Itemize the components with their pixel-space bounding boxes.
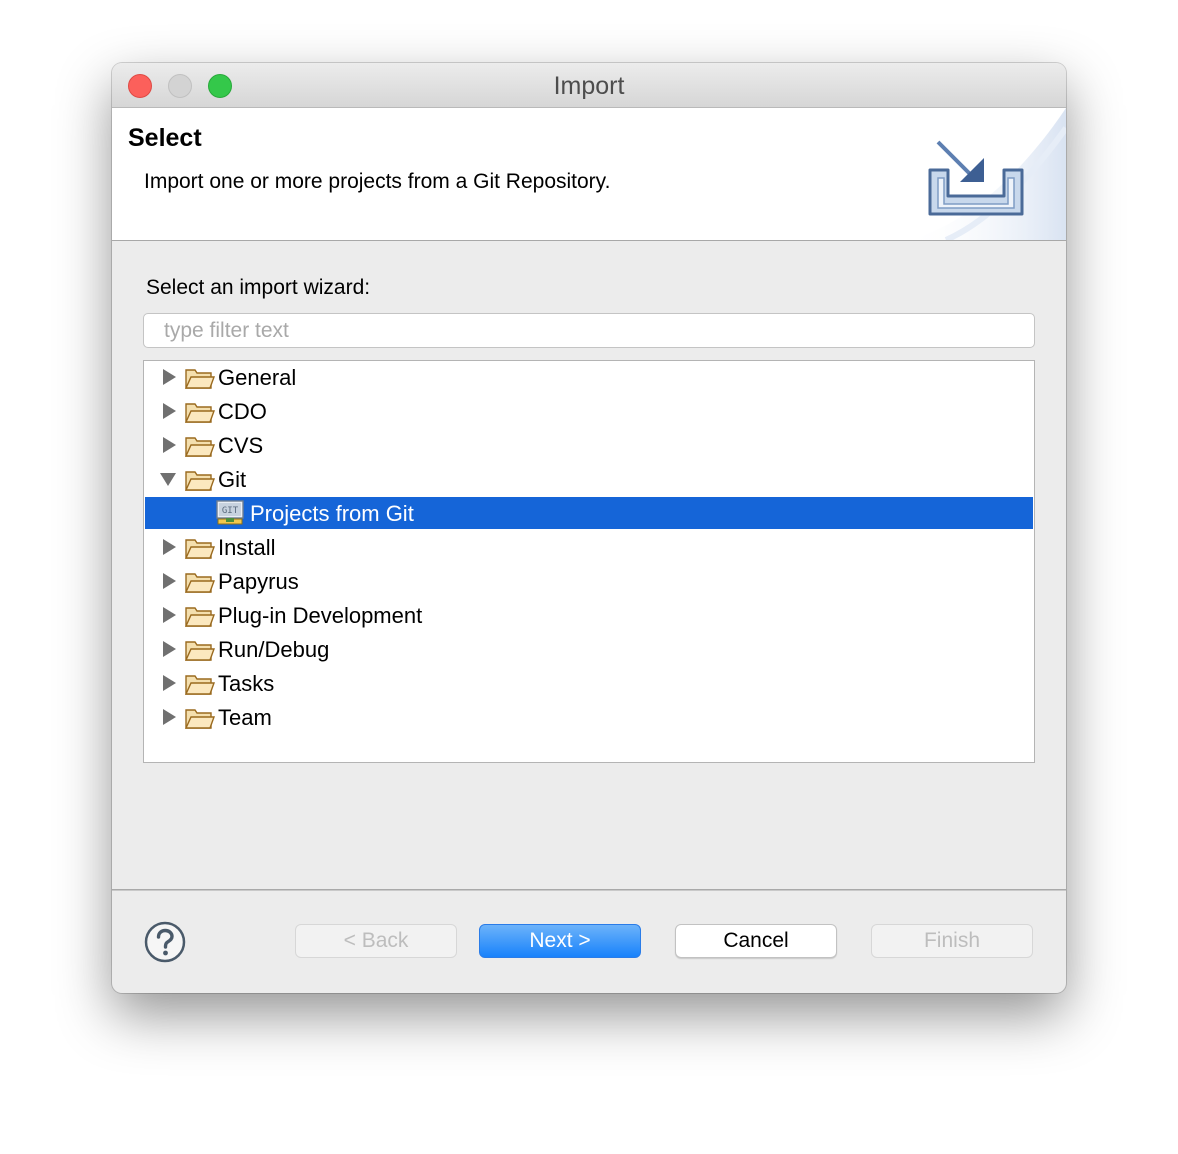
expand-arrow-icon[interactable] — [161, 641, 177, 657]
expand-arrow-icon[interactable] — [161, 369, 177, 385]
folder-icon — [185, 573, 215, 593]
back-button: < Back — [295, 924, 457, 958]
tree-item-label: Git — [218, 467, 247, 492]
tree-item-plug-in-development[interactable]: Plug-in Development — [145, 599, 1033, 631]
cancel-button[interactable]: Cancel — [675, 924, 837, 958]
tree-item-team[interactable]: Team — [145, 701, 1033, 733]
tree-item-label: Run/Debug — [218, 637, 330, 662]
tree-item-label: Plug-in Development — [218, 603, 423, 628]
wizard-banner: Select Import one or more projects from … — [112, 108, 1066, 241]
tree-item-label: Papyrus — [218, 569, 299, 594]
window-title: Import — [553, 72, 625, 100]
expand-arrow-icon[interactable] — [161, 709, 177, 725]
tree-item-projects-from-git[interactable]: GIT Projects from Git — [145, 497, 1033, 529]
expand-arrow-icon[interactable] — [161, 539, 177, 555]
tree-item-label: CDO — [218, 399, 267, 424]
expand-arrow-icon[interactable] — [161, 675, 177, 691]
tree-item-papyrus[interactable]: Papyrus — [145, 565, 1033, 597]
import-icon — [928, 140, 1024, 216]
tree-item-label: Projects from Git — [250, 501, 414, 526]
tree-item-install[interactable]: Install — [145, 531, 1033, 563]
tree-item-cvs[interactable]: CVS — [145, 429, 1033, 461]
folder-open-icon — [185, 471, 215, 491]
title-bar[interactable]: Import — [112, 63, 1066, 108]
collapse-arrow-icon[interactable] — [160, 471, 176, 487]
folder-icon — [185, 607, 215, 627]
button-bar-separator — [112, 889, 1066, 891]
tree-item-label: General — [218, 365, 297, 390]
tree-item-label: Tasks — [218, 671, 275, 696]
expand-arrow-icon[interactable] — [161, 403, 177, 419]
tree-item-tasks[interactable]: Tasks — [145, 667, 1033, 699]
expand-arrow-icon[interactable] — [161, 573, 177, 589]
folder-icon — [185, 369, 215, 389]
tree-item-git[interactable]: Git — [145, 463, 1033, 495]
tree-item-general[interactable]: General — [145, 361, 1033, 393]
finish-button: Finish — [871, 924, 1033, 958]
svg-text:GIT: GIT — [222, 506, 239, 516]
folder-icon — [185, 641, 215, 661]
expand-arrow-icon[interactable] — [161, 437, 177, 453]
tree-item-label: CVS — [218, 433, 264, 458]
tree-item-cdo[interactable]: CDO — [145, 395, 1033, 427]
page-description: Import one or more projects from a Git R… — [144, 170, 611, 193]
help-icon[interactable] — [144, 921, 186, 963]
tree-item-label: Install — [218, 535, 276, 560]
tree-item-label: Team — [218, 705, 272, 730]
wizard-tree[interactable]: General CDO CVS Git GIT Projects from Gi… — [143, 360, 1035, 763]
next-button[interactable]: Next > — [479, 924, 641, 958]
folder-icon — [185, 675, 215, 695]
folder-icon — [185, 403, 215, 423]
tree-item-run-debug[interactable]: Run/Debug — [145, 633, 1033, 665]
import-wizard-label: Select an import wizard: — [146, 276, 371, 299]
folder-icon — [185, 539, 215, 559]
page-title: Select — [128, 124, 202, 152]
filter-input[interactable] — [143, 313, 1035, 348]
folder-icon — [185, 709, 215, 729]
expand-arrow-icon[interactable] — [161, 607, 177, 623]
folder-icon — [185, 437, 215, 457]
git-projects-icon: GIT — [216, 500, 244, 525]
import-dialog: Import Select Import one or more project… — [112, 63, 1066, 993]
